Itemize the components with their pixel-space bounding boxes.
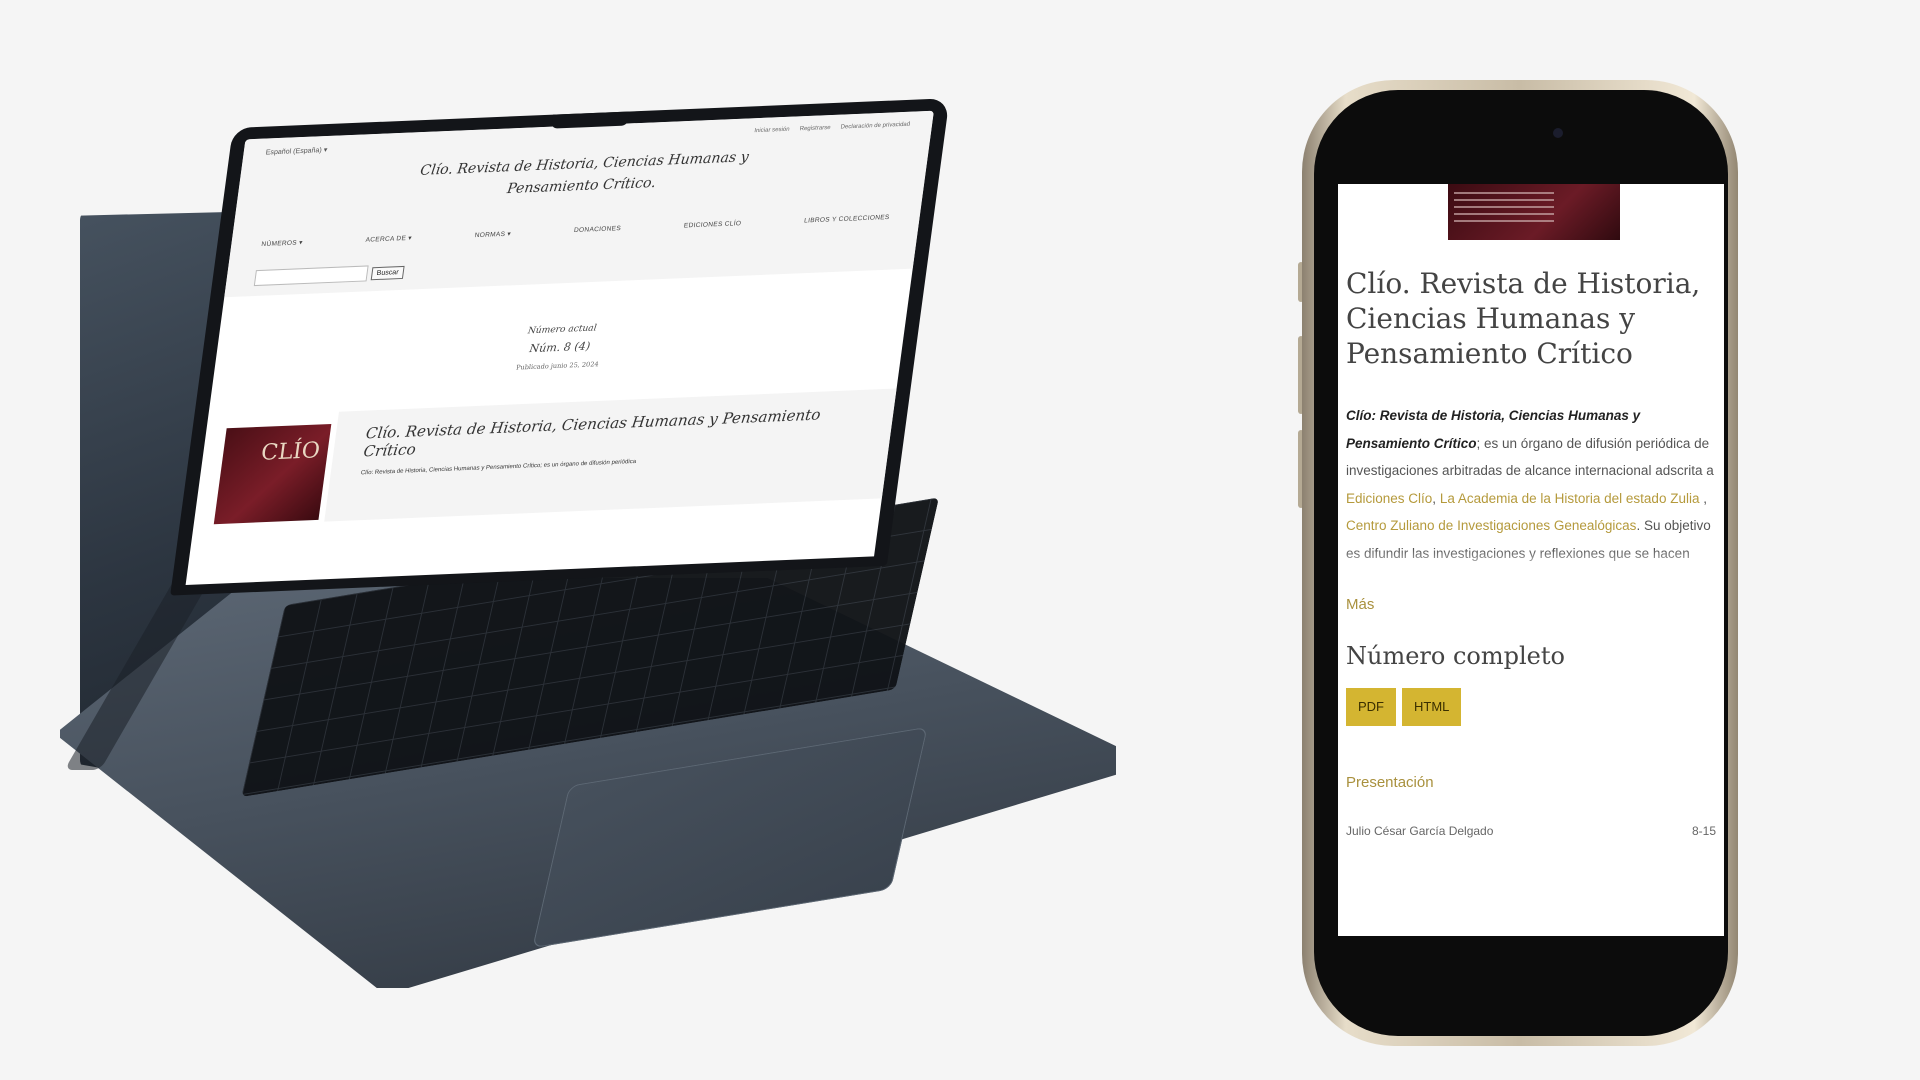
desc-sep-2: , (1699, 490, 1707, 506)
main-nav: NÚMEROS ▾ ACERCA DE ▾ NORMAS ▾ DONACIONE… (261, 214, 890, 248)
link-centro-zuliano[interactable]: Centro Zuliano de Investigaciones Geneal… (1346, 518, 1636, 533)
nav-item-numeros[interactable]: NÚMEROS ▾ (261, 238, 303, 248)
phone-inner: Clío. Revista de Historia, Ciencias Huma… (1314, 90, 1728, 1036)
article-author: Julio César García Delgado (1346, 824, 1494, 838)
nav-item-acerca[interactable]: ACERCA DE ▾ (365, 234, 412, 244)
journal-description: Clío: Revista de Historia, Ciencias Huma… (1346, 402, 1714, 572)
desc-fade (1338, 549, 1724, 577)
cover-logo-text: CLÍO (259, 438, 322, 466)
user-nav: Iniciar sesión Registrarse Declaración d… (754, 122, 911, 134)
search-input[interactable] (253, 265, 369, 287)
laptop-bezel: Español (España) ▾ Iniciar sesión Regist… (170, 98, 950, 596)
search-bar: Buscar (253, 264, 405, 287)
search-button[interactable]: Buscar (370, 265, 405, 280)
phone-screen: Clío. Revista de Historia, Ciencias Huma… (1338, 184, 1724, 936)
privacy-link[interactable]: Declaración de privacidad (840, 122, 910, 131)
full-issue-buttons: PDF HTML (1346, 688, 1462, 726)
nav-item-libros[interactable]: LIBROS Y COLECCIONES (803, 214, 890, 226)
more-link[interactable]: Más (1346, 596, 1374, 613)
html-button[interactable]: HTML (1402, 688, 1462, 726)
phone-frame: Clío. Revista de Historia, Ciencias Huma… (1302, 80, 1738, 1046)
desc-sep-1: , (1432, 490, 1440, 506)
nav-item-ediciones[interactable]: EDICIONES CLÍO (683, 220, 741, 230)
link-academia-historia[interactable]: La Academia de la Historia del estado Zu… (1440, 491, 1700, 506)
nav-item-donaciones[interactable]: DONACIONES (573, 225, 621, 235)
pdf-button[interactable]: PDF (1346, 688, 1396, 726)
site-title[interactable]: Clío. Revista de Historia, Ciencias Huma… (377, 145, 790, 206)
laptop-screen: Español (España) ▾ Iniciar sesión Regist… (185, 110, 934, 586)
section-heading: Presentación (1346, 774, 1434, 791)
journal-title: Clío. Revista de Historia, Ciencias Huma… (1346, 267, 1701, 370)
phone-cover-image[interactable] (1448, 184, 1620, 240)
login-link[interactable]: Iniciar sesión (754, 127, 790, 134)
language-selector[interactable]: Español (España) ▾ (265, 146, 328, 157)
current-issue: Número actual Núm. 8 (4) Publicado junio… (213, 311, 907, 385)
link-ediciones-clio[interactable]: Ediciones Clío (1346, 491, 1432, 506)
laptop-header: Español (España) ▾ Iniciar sesión Regist… (224, 110, 934, 298)
nav-item-normas[interactable]: NORMAS ▾ (474, 230, 511, 240)
journal-cover[interactable]: CLÍO (213, 423, 332, 525)
article-row[interactable]: Julio César García Delgado 8-15 (1346, 824, 1716, 838)
register-link[interactable]: Registrarse (799, 125, 831, 132)
article-pages: 8-15 (1691, 824, 1716, 838)
phone-camera (1553, 128, 1563, 138)
cover-text-lines (1454, 192, 1554, 227)
full-issue-heading: Número completo (1346, 642, 1565, 670)
